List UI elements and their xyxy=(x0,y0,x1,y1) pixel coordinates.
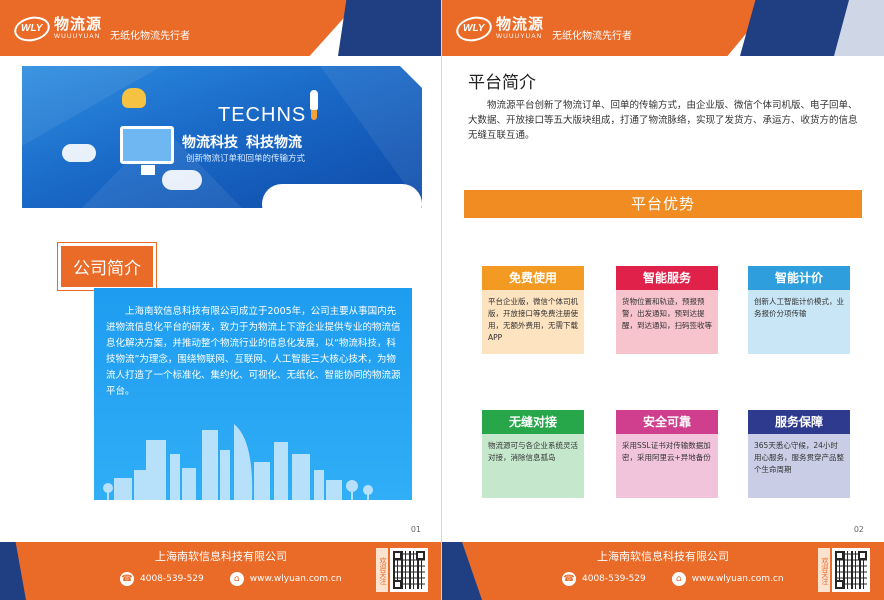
company-intro-box: 上海南软信息科技有限公司成立于2005年，公司主要从事国内先进物流信息化平台的研… xyxy=(94,288,412,500)
footer-website[interactable]: www.wlyuan.com.cn xyxy=(250,574,342,584)
advantage-card-body: 采用SSL证书对传输数据加密，采用阿里云+异地备份 xyxy=(616,434,718,498)
brand-slogan: 无纸化物流先行者 xyxy=(552,30,633,42)
banner-techns: TECHNS xyxy=(218,104,307,126)
advantage-card: 智能计价 创新人工智能计价模式，业务报价分项传输 xyxy=(748,266,850,354)
monitor-handshake-icon xyxy=(120,126,174,175)
platform-intro: 物流源平台创新了物流订单、回单的传输方式，由企业版、微信个体司机版、电子回单、大… xyxy=(468,100,858,141)
advantage-card: 服务保障 365天悉心守候，24小时用心服务，服务贯穿产品整个生命周期 xyxy=(748,410,850,498)
advantage-card: 安全可靠 采用SSL证书对传输数据加密，采用阿里云+异地备份 xyxy=(616,410,718,498)
advantage-card-title: 智能服务 xyxy=(616,266,718,290)
brand-logo: WLY 物流源 WUUUYUAN 无纸化物流先行者 xyxy=(453,13,633,45)
advantage-card: 无缝对接 物流源可与各企业系统灵活对接，消除信息孤岛 xyxy=(482,410,584,498)
advantage-card-body: 物流源可与各企业系统灵活对接，消除信息孤岛 xyxy=(482,434,584,498)
phone-icon: ☎ xyxy=(562,572,576,586)
brand-logo: WLY 物流源 WUUUYUAN 无纸化物流先行者 xyxy=(11,13,191,45)
footer: 上海南软信息科技有限公司 ☎ 4008-539-529 ⌂ www.wlyuan… xyxy=(0,542,441,600)
logo-mark-icon: WLY xyxy=(11,13,62,45)
advantages-title: 平台优势 xyxy=(464,190,862,218)
footer: 上海南软信息科技有限公司 ☎ 4008-539-529 ⌂ www.wlyuan… xyxy=(442,542,884,600)
footer-phone: 4008-539-529 xyxy=(582,574,646,584)
advantage-card: 智能服务 货物位置和轨迹，预报预警，出发通知，预到达提醒，到达通知，扫码签收等 xyxy=(616,266,718,354)
advantage-card-body: 创新人工智能计价模式，业务报价分项传输 xyxy=(748,290,850,354)
cloud-icon xyxy=(162,170,202,190)
city-skyline-illustration xyxy=(103,424,373,500)
advantage-card: 免费使用 平台企业版，微信个体司机版，开放接口等免费注册使用，无额外费用，无需下… xyxy=(482,266,584,354)
qr-code-icon xyxy=(390,548,428,592)
footer-phone: 4008-539-529 xyxy=(140,574,204,584)
hero-banner: TECHNS 物流科技 科技物流 创新物流订单和回单的传输方式 xyxy=(22,66,422,208)
advantage-card-title: 安全可靠 xyxy=(616,410,718,434)
header-accent xyxy=(338,0,441,56)
section-title-company: 公司简介 xyxy=(58,243,156,290)
advantage-card-title: 无缝对接 xyxy=(482,410,584,434)
people-cloud-icon xyxy=(122,88,146,108)
advantage-card-title: 服务保障 xyxy=(748,410,850,434)
cloud-bank xyxy=(262,184,422,208)
logo-mark-icon: WLY xyxy=(453,13,504,45)
banner-subtitle: 创新物流订单和回单的传输方式 xyxy=(186,154,306,164)
company-intro-text: 上海南软信息科技有限公司成立于2005年，公司主要从事国内先进物流信息化平台的研… xyxy=(106,306,401,397)
advantage-card-body: 货物位置和轨迹，预报预警，出发通知，预到达提醒，到达通知，扫码签收等 xyxy=(616,290,718,354)
advantage-card-body: 365天悉心守候，24小时用心服务，服务贯穿产品整个生命周期 xyxy=(748,434,850,498)
advantage-card-title: 智能计价 xyxy=(748,266,850,290)
follow-label: 欢迎关注 xyxy=(818,548,830,592)
advantage-card-body: 平台企业版，微信个体司机版，开放接口等免费注册使用，无额外费用，无需下载APP xyxy=(482,290,584,354)
home-icon: ⌂ xyxy=(229,572,244,586)
page-left: WLY 物流源 WUUUYUAN 无纸化物流先行者 TECHNS 物流科技 科技物… xyxy=(0,0,442,600)
footer-website[interactable]: www.wlyuan.com.cn xyxy=(692,574,784,584)
banner-slogan: 物流科技 科技物流 xyxy=(182,135,302,151)
header-accent xyxy=(740,0,850,56)
phone-icon: ☎ xyxy=(120,572,134,586)
qr-code-icon xyxy=(832,548,870,592)
page-right: WLY 物流源 WUUUYUAN 无纸化物流先行者 平台简介 物流源平台创新了物… xyxy=(442,0,884,600)
platform-title: 平台简介 xyxy=(468,73,536,93)
advantage-card-title: 免费使用 xyxy=(482,266,584,290)
follow-label: 欢迎关注 xyxy=(376,548,388,592)
rocket-icon xyxy=(310,90,318,110)
brand-slogan: 无纸化物流先行者 xyxy=(110,30,191,42)
cloud-icon xyxy=(62,144,96,162)
page-number: 02 xyxy=(853,525,864,534)
home-icon: ⌂ xyxy=(671,572,686,586)
page-number: 01 xyxy=(410,525,421,534)
